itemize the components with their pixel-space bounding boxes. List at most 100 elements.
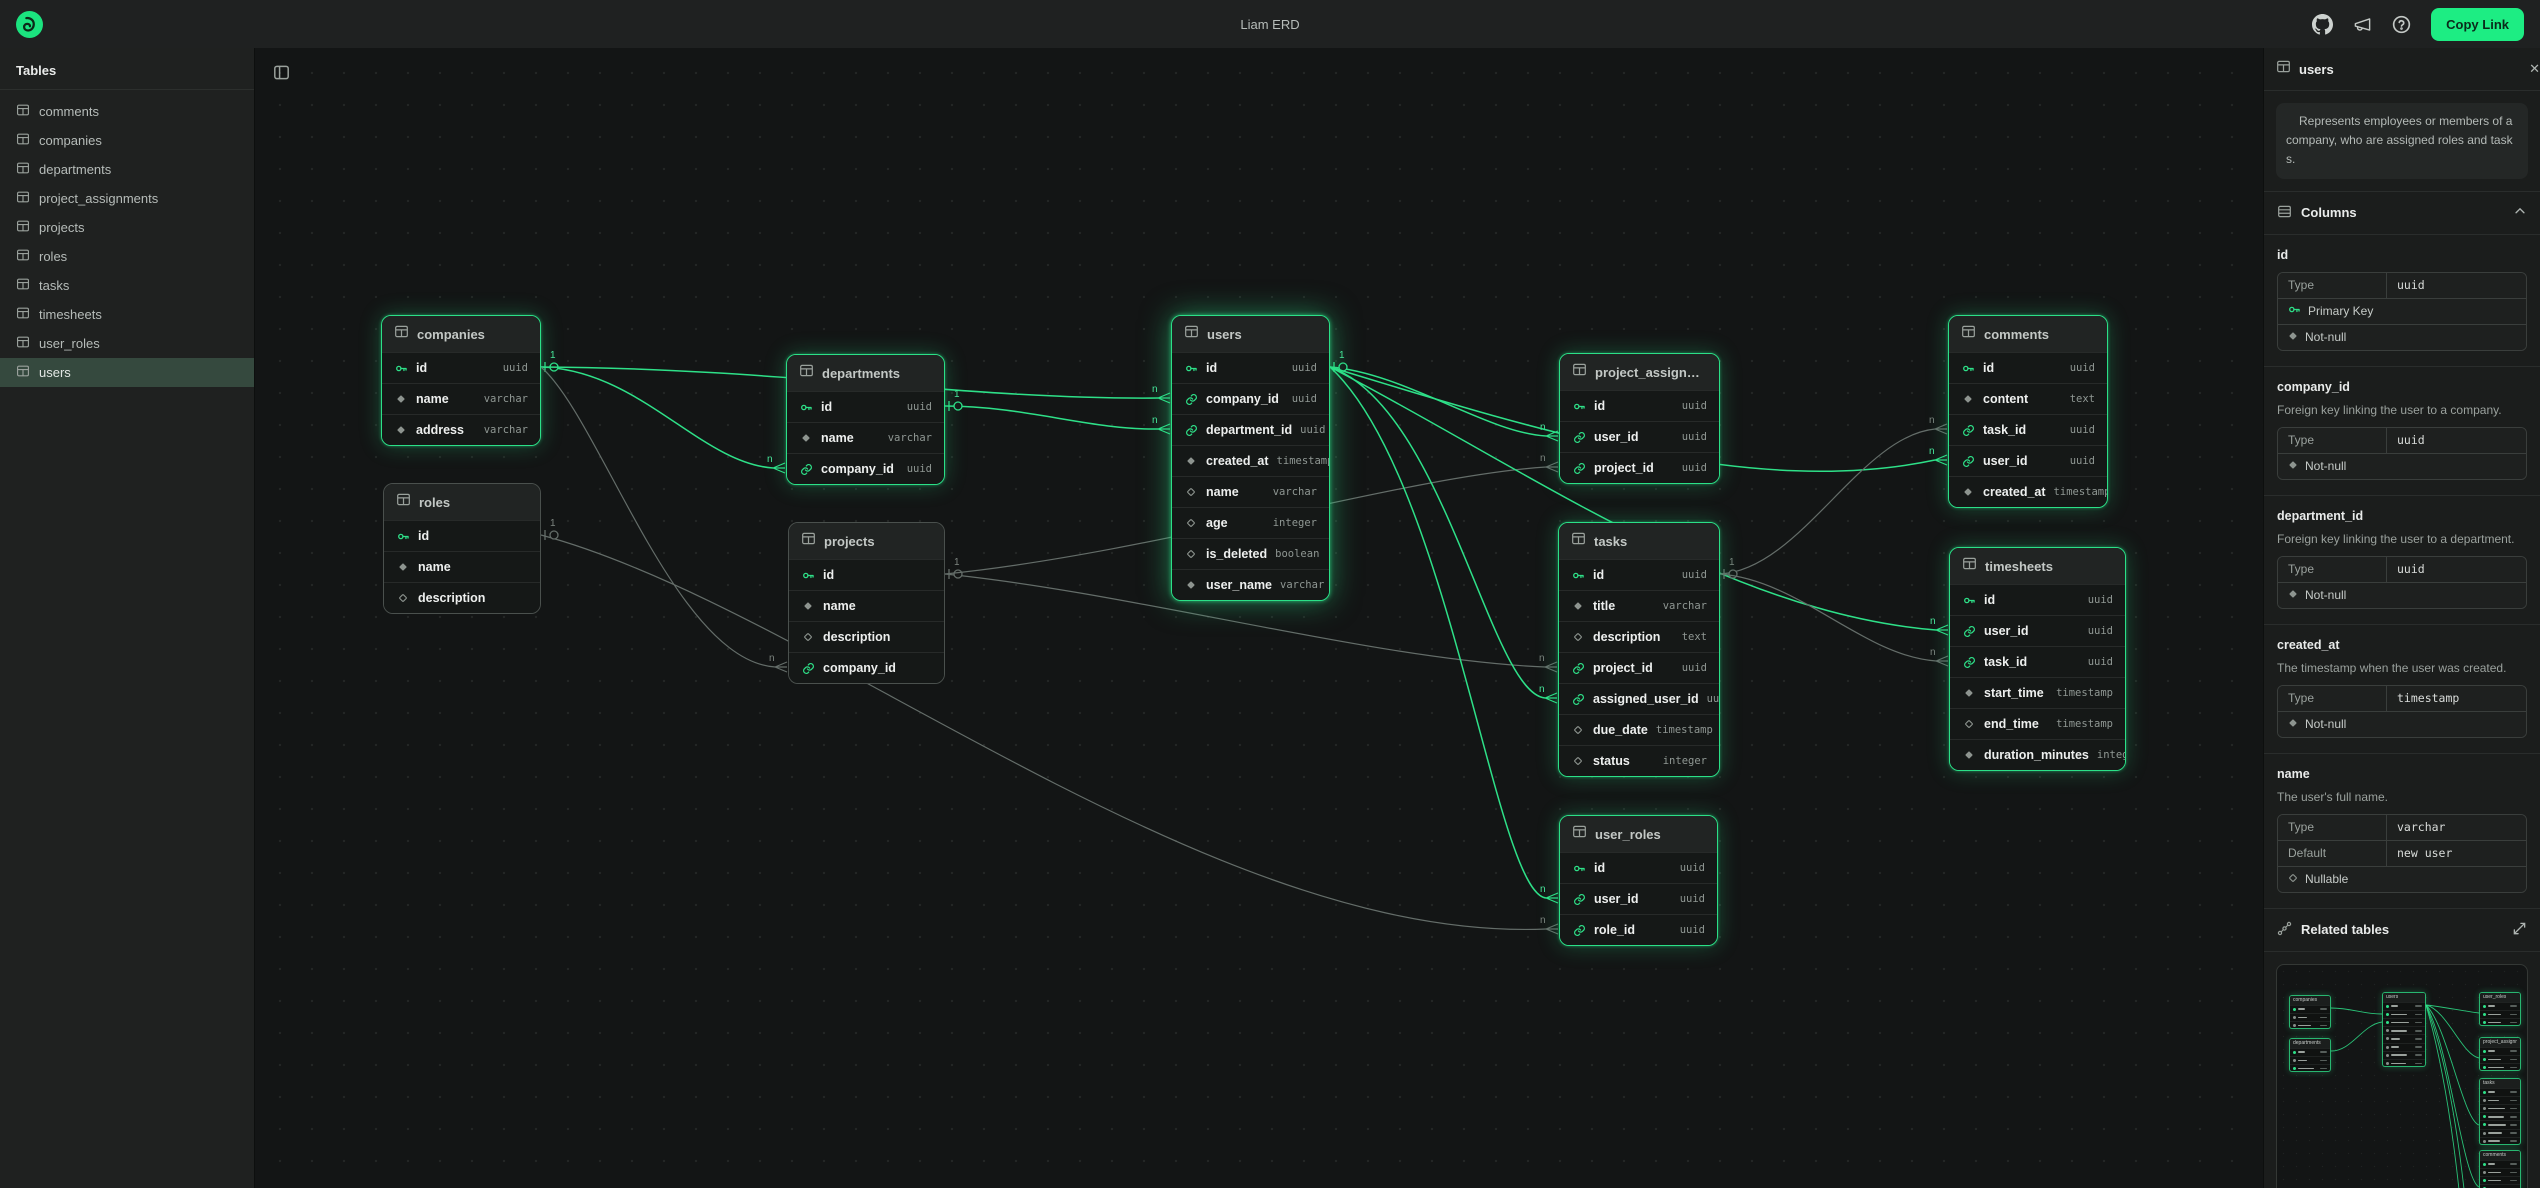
constraint-label: Not-null — [2305, 330, 2346, 344]
sidebar-header: Tables — [0, 48, 254, 90]
column-name: status — [1593, 754, 1630, 768]
erd-table-project_assignments[interactable]: project_assignments id uuid user_id uuid… — [1559, 353, 1720, 484]
help-icon[interactable] — [2392, 15, 2411, 34]
column-row-user_roles-role_id[interactable]: role_id uuid — [1560, 914, 1717, 945]
svg-text:n: n — [1929, 446, 1935, 457]
erd-table-user_roles[interactable]: user_roles id uuid user_id uuid role_id … — [1559, 815, 1718, 946]
column-row-tasks-id[interactable]: id uuid — [1559, 559, 1719, 590]
column-row-companies-id[interactable]: id uuid — [382, 352, 540, 383]
column-row-tasks-assigned_user_id[interactable]: assigned_user_id uuid — [1559, 683, 1719, 714]
column-type: varchar — [484, 424, 528, 436]
erd-canvas[interactable]: n1nnn1n1n1nn1nnnnn1n companies id uuid n… — [255, 48, 2263, 1188]
sidebar-item-projects[interactable]: projects — [0, 213, 254, 242]
column-row-projects-company_id[interactable]: company_id — [789, 652, 944, 683]
column-row-comments-task_id[interactable]: task_id uuid — [1949, 414, 2107, 445]
sidebar-item-timesheets[interactable]: timesheets — [0, 300, 254, 329]
column-row-users-department_id[interactable]: department_id uuid — [1172, 414, 1329, 445]
erd-table-comments[interactable]: comments id uuid content text task_id uu… — [1948, 315, 2108, 508]
column-row-departments-company_id[interactable]: company_id uuid — [787, 453, 944, 484]
columns-section-header[interactable]: Columns — [2264, 192, 2540, 235]
liam-logo[interactable] — [16, 11, 43, 38]
column-row-roles-name[interactable]: name — [384, 551, 540, 582]
constraint-row: Not-null — [2278, 453, 2526, 479]
column-row-roles-id[interactable]: id — [384, 520, 540, 551]
svg-text:n: n — [1929, 415, 1935, 426]
table-icon — [394, 324, 409, 344]
diamond-filled-icon — [2288, 717, 2298, 731]
sidebar-item-departments[interactable]: departments — [0, 155, 254, 184]
open-related-tables-icon[interactable] — [2512, 921, 2527, 939]
column-row-project_assignments-id[interactable]: id uuid — [1560, 390, 1719, 421]
column-row-project_assignments-project_id[interactable]: project_id uuid — [1560, 452, 1719, 483]
column-row-companies-name[interactable]: name varchar — [382, 383, 540, 414]
column-row-companies-address[interactable]: address varchar — [382, 414, 540, 445]
column-row-comments-content[interactable]: content text — [1949, 383, 2107, 414]
erd-table-timesheets[interactable]: timesheets id uuid user_id uuid task_id … — [1949, 547, 2126, 771]
column-row-users-name[interactable]: name varchar — [1172, 476, 1329, 507]
column-row-timesheets-id[interactable]: id uuid — [1950, 584, 2125, 615]
panel-column-company_id: company_idForeign key linking the user t… — [2264, 367, 2540, 496]
copy-link-button[interactable]: Copy Link — [2431, 8, 2524, 41]
erd-table-users[interactable]: users id uuid company_id uuid department… — [1171, 315, 1330, 601]
column-row-departments-name[interactable]: name varchar — [787, 422, 944, 453]
erd-table-roles[interactable]: roles id name description — [383, 483, 541, 614]
column-row-comments-user_id[interactable]: user_id uuid — [1949, 445, 2107, 476]
panel-left-toggle-icon[interactable] — [269, 60, 294, 88]
panel-column-description: The user's full name. — [2277, 790, 2527, 804]
column-row-user_roles-id[interactable]: id uuid — [1560, 852, 1717, 883]
diamond-filled-icon — [1962, 748, 1976, 762]
column-row-projects-description[interactable]: description — [789, 621, 944, 652]
erd-table-companies[interactable]: companies id uuid name varchar address v… — [381, 315, 541, 446]
panel-column-name: name — [2277, 767, 2527, 781]
column-row-tasks-status[interactable]: status integer — [1559, 745, 1719, 776]
column-row-timesheets-user_id[interactable]: user_id uuid — [1950, 615, 2125, 646]
sidebar-item-project_assignments[interactable]: project_assignments — [0, 184, 254, 213]
sidebar-item-tasks[interactable]: tasks — [0, 271, 254, 300]
sidebar-item-users[interactable]: users — [0, 358, 254, 387]
column-row-timesheets-end_time[interactable]: end_time timestamp — [1950, 708, 2125, 739]
column-row-tasks-due_date[interactable]: due_date timestamp — [1559, 714, 1719, 745]
column-row-users-is_deleted[interactable]: is_deleted boolean — [1172, 538, 1329, 569]
link-icon — [1184, 392, 1198, 406]
column-row-timesheets-start_time[interactable]: start_time timestamp — [1950, 677, 2125, 708]
column-row-users-age[interactable]: age integer — [1172, 507, 1329, 538]
svg-text:n: n — [769, 653, 775, 664]
column-row-projects-name[interactable]: name — [789, 590, 944, 621]
link-icon — [1961, 423, 1975, 437]
github-icon[interactable] — [2312, 14, 2333, 35]
column-row-tasks-description[interactable]: description text — [1559, 621, 1719, 652]
table-icon — [799, 363, 814, 383]
chevron-up-icon[interactable] — [2513, 204, 2527, 221]
sidebar-item-comments[interactable]: comments — [0, 97, 254, 126]
column-row-tasks-project_id[interactable]: project_id uuid — [1559, 652, 1719, 683]
relationship-edge-tasks.id-comments.task_id — [1720, 429, 1935, 574]
erd-table-projects[interactable]: projects id name description company_id — [788, 522, 945, 684]
column-row-user_roles-user_id[interactable]: user_id uuid — [1560, 883, 1717, 914]
column-row-roles-description[interactable]: description — [384, 582, 540, 613]
column-row-project_assignments-user_id[interactable]: user_id uuid — [1560, 421, 1719, 452]
minimap-edges — [2277, 965, 2528, 1188]
column-row-users-company_id[interactable]: company_id uuid — [1172, 383, 1329, 414]
column-row-projects-id[interactable]: id — [789, 559, 944, 590]
key-icon — [799, 400, 813, 414]
sidebar-item-user_roles[interactable]: user_roles — [0, 329, 254, 358]
erd-table-tasks[interactable]: tasks id uuid title varchar description … — [1558, 522, 1720, 777]
erd-table-departments[interactable]: departments id uuid name varchar company… — [786, 354, 945, 485]
column-row-tasks-title[interactable]: title varchar — [1559, 590, 1719, 621]
column-row-users-created_at[interactable]: created_at timestamp — [1172, 445, 1329, 476]
sidebar-item-companies[interactable]: companies — [0, 126, 254, 155]
column-row-timesheets-task_id[interactable]: task_id uuid — [1950, 646, 2125, 677]
column-row-comments-created_at[interactable]: created_at timestamp — [1949, 476, 2107, 507]
column-row-departments-id[interactable]: id uuid — [787, 391, 944, 422]
column-row-users-id[interactable]: id uuid — [1172, 352, 1329, 383]
related-tables-minimap[interactable]: companies departments users — [2276, 964, 2528, 1188]
column-row-comments-id[interactable]: id uuid — [1949, 352, 2107, 383]
column-row-timesheets-duration_minutes[interactable]: duration_minutes integer — [1950, 739, 2125, 770]
close-icon[interactable]: ✕ — [2527, 61, 2540, 77]
key-icon — [1571, 568, 1585, 582]
sidebar-item-roles[interactable]: roles — [0, 242, 254, 271]
feedback-megaphone-icon[interactable] — [2353, 15, 2372, 34]
panel-column-name: company_id — [2277, 380, 2527, 394]
column-type: uuid — [1680, 924, 1705, 936]
column-row-users-user_name[interactable]: user_name varchar — [1172, 569, 1329, 600]
